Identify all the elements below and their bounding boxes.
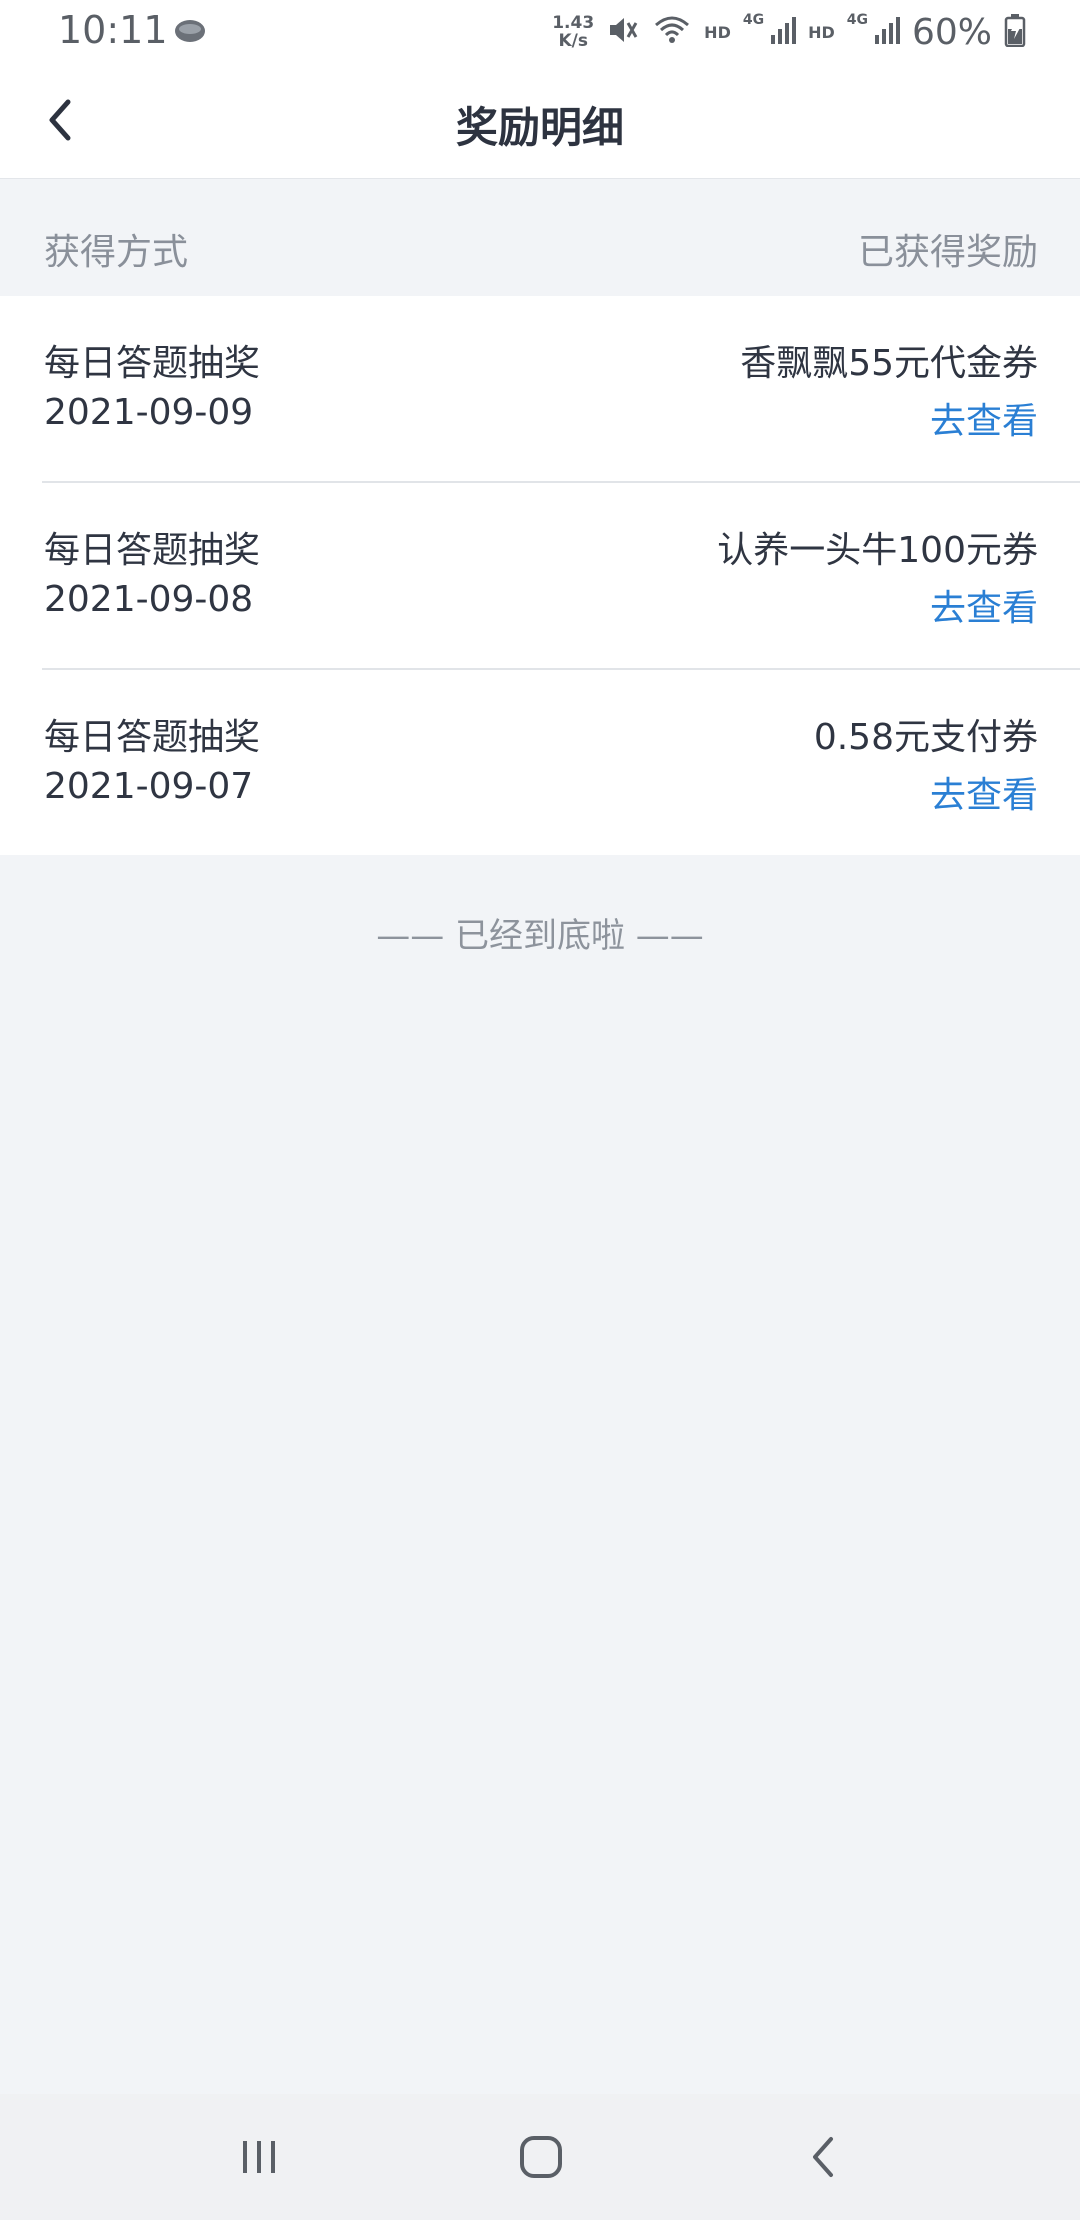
status-bar: 10:11 1.43 K/s HD 4G HD 4G 60% [0,0,1080,64]
network-type-1: 4G [742,12,765,28]
app-notification-icon [172,16,208,50]
home-button[interactable] [511,2127,571,2187]
status-time: 10:11 [58,8,168,52]
item-date: 2021-09-08 [44,579,254,620]
end-of-list-text: —— 已经到底啦 —— [376,916,704,956]
item-title: 每日答题抽奖 [44,717,261,758]
item-date: 2021-09-07 [44,766,254,807]
page-title: 奖励明细 [455,103,624,152]
reward-list: 每日答题抽奖 2021-09-09 香飘飘55元代金券 去查看 每日答题抽奖 2… [0,296,1080,855]
item-title: 每日答题抽奖 [44,530,261,571]
network-speed: 1.43 K/s [552,13,595,51]
wifi-icon [652,13,692,51]
item-reward: 0.58元支付券 [813,717,1038,758]
signal-icon [770,15,797,49]
column-header: 获得方式 已获得奖励 [0,179,1080,296]
battery-charging-icon [1004,13,1026,51]
hd-label-2: HD [808,22,835,42]
mute-icon [606,13,640,51]
recent-apps-icon [243,2141,275,2173]
item-date: 2021-09-09 [44,392,254,433]
recent-apps-button[interactable] [229,2127,289,2187]
top-bar: 奖励明细 [0,64,1080,179]
view-link[interactable]: 去查看 [930,579,1038,631]
battery-percent: 60% [911,11,992,53]
list-item: 每日答题抽奖 2021-09-08 认养一头牛100元券 去查看 [42,481,1080,668]
item-reward: 香飘飘55元代金券 [740,343,1038,384]
list-item: 每日答题抽奖 2021-09-07 0.58元支付券 去查看 [42,668,1080,855]
column-label-reward: 已获得奖励 [857,232,1038,273]
hd-label-1: HD [704,22,731,42]
view-link[interactable]: 去查看 [930,766,1038,818]
system-nav-bar [0,2094,1080,2220]
column-label-method: 获得方式 [44,232,189,273]
item-title: 每日答题抽奖 [44,343,261,384]
list-item: 每日答题抽奖 2021-09-09 香飘飘55元代金券 去查看 [0,296,1080,481]
back-nav-button[interactable] [793,2127,853,2187]
network-type-2: 4G [846,12,868,28]
home-icon [520,2136,562,2178]
item-reward: 认养一头牛100元券 [717,530,1038,571]
signal-icon [874,15,900,49]
chevron-left-icon [813,2137,833,2177]
status-icons: 1.43 K/s HD 4G HD 4G 60% [552,8,1026,56]
view-link[interactable]: 去查看 [930,392,1038,444]
